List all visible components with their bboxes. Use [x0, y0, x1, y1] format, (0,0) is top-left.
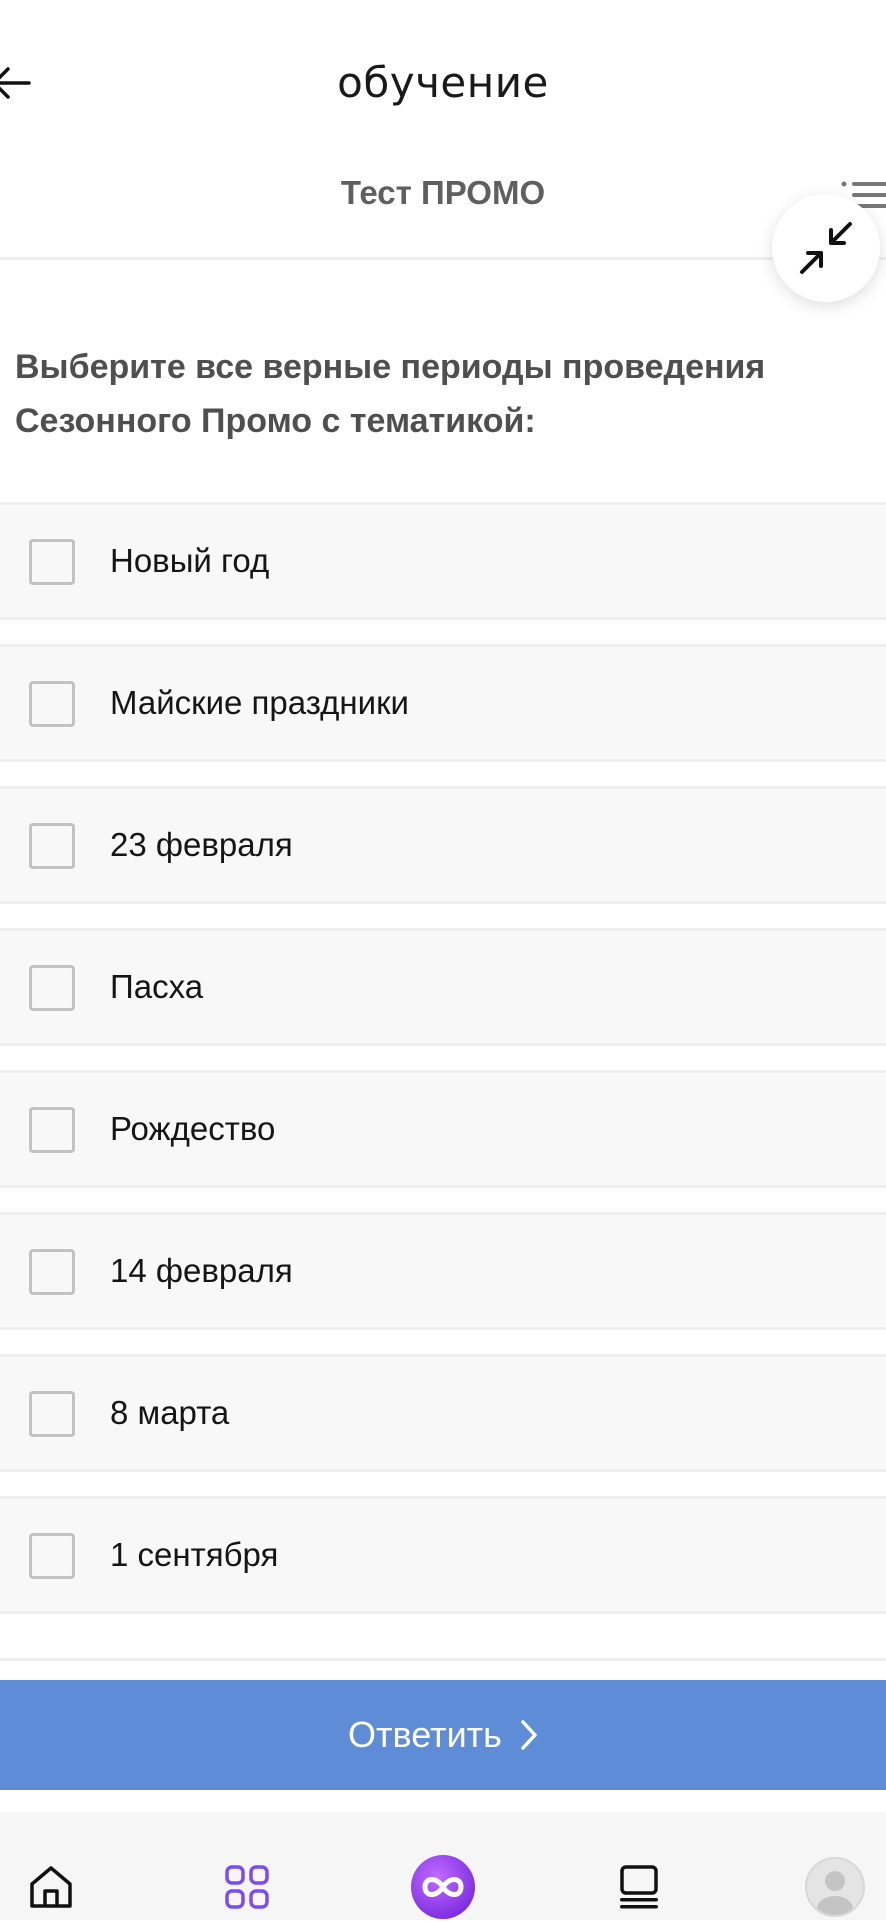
infinity-icon [411, 1855, 475, 1919]
option-label: Рождество [110, 1110, 276, 1147]
chevron-right-icon [520, 1719, 538, 1751]
checkbox[interactable] [29, 1391, 75, 1437]
courses-icon [620, 1865, 658, 1909]
checkbox[interactable] [29, 1107, 75, 1153]
option-item[interactable]: 14 февраля [0, 1212, 886, 1330]
option-item[interactable]: Рождество [0, 1070, 886, 1188]
checkbox[interactable] [29, 681, 75, 727]
checkbox[interactable] [29, 1533, 75, 1579]
option-label: 1 сентября [110, 1536, 279, 1573]
collapse-arrows-icon [800, 222, 852, 274]
option-item[interactable]: 23 февраля [0, 786, 886, 904]
option-label: Майские праздники [110, 684, 409, 721]
checkbox[interactable] [29, 823, 75, 869]
test-title: Тест ПРОМО [340, 174, 546, 211]
app-title: обучение [337, 58, 549, 107]
checkbox[interactable] [29, 965, 75, 1011]
nav-profile[interactable] [800, 1852, 870, 1922]
nav-catalog[interactable] [212, 1852, 282, 1922]
bottom-navigation [0, 1812, 886, 1920]
checkbox[interactable] [29, 539, 75, 585]
nav-home[interactable] [16, 1852, 86, 1922]
option-item[interactable]: Новый год [0, 502, 886, 620]
top-bar: обучение [0, 0, 886, 170]
option-label: Пасха [110, 968, 204, 1005]
answer-button[interactable]: Ответить [0, 1680, 886, 1790]
apps-grid-icon [225, 1865, 269, 1909]
profile-avatar [805, 1857, 865, 1917]
option-label: 8 марта [110, 1394, 230, 1431]
option-item[interactable]: 1 сентября [0, 1496, 886, 1614]
nav-main[interactable] [408, 1852, 478, 1922]
option-label: 23 февраля [110, 826, 293, 863]
checkbox[interactable] [29, 1249, 75, 1295]
question-text: Выберите все верные периоды проведения С… [15, 348, 766, 440]
header-divider [0, 257, 886, 260]
option-label: 14 февраля [110, 1252, 293, 1289]
options-list: Новый год Майские праздники 23 февраля П… [0, 502, 886, 1638]
answer-button-label: Ответить [348, 1714, 502, 1755]
option-item[interactable]: Майские праздники [0, 644, 886, 762]
nav-courses[interactable] [604, 1852, 674, 1922]
home-icon [30, 1866, 72, 1908]
options-divider [0, 1658, 886, 1661]
option-item[interactable]: Пасха [0, 928, 886, 1046]
collapse-button[interactable] [772, 194, 880, 302]
option-item[interactable]: 8 марта [0, 1354, 886, 1472]
option-label: Новый год [110, 542, 270, 579]
